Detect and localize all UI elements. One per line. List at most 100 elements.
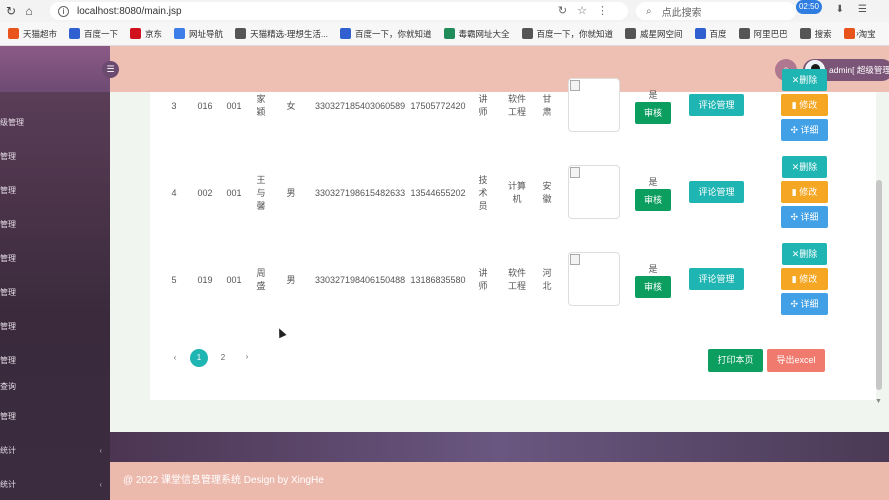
- sidebar-item[interactable]: 管理: [0, 210, 110, 240]
- sidebar-item[interactable]: 统计 ‹: [0, 436, 110, 466]
- bookmark-label: 天猫精选-理想生活...: [250, 28, 328, 39]
- menu-toggle-icon[interactable]: ☰: [102, 61, 119, 78]
- bookmark-item[interactable]: 百度一下，你就知道: [339, 28, 432, 40]
- review-button[interactable]: 审核: [635, 102, 671, 124]
- browser-search[interactable]: ⌕ 点此搜索: [636, 2, 796, 20]
- scrollbar-thumb[interactable]: [876, 180, 882, 390]
- address-bar[interactable]: i localhost:8080/main.jsp ↻☆⋮: [50, 2, 628, 20]
- cell-status: 是: [648, 264, 658, 274]
- edit-button[interactable]: ▮ 修改: [781, 268, 828, 290]
- sidebar-item-label: 管理: [0, 322, 16, 331]
- bookmark-favicon-icon: [625, 28, 637, 39]
- review-button[interactable]: 审核: [635, 189, 671, 211]
- bookmark-favicon-icon: [799, 28, 811, 39]
- photo-placeholder: [568, 78, 620, 132]
- sidebar-item[interactable]: 管理: [0, 142, 110, 172]
- bookmarks-more-icon[interactable]: ›: [856, 28, 859, 38]
- reload-icon[interactable]: ↻: [558, 5, 577, 17]
- photo-placeholder: [568, 252, 620, 306]
- bookmark-favicon-icon: [843, 28, 855, 39]
- home-icon[interactable]: ⌂: [20, 4, 38, 18]
- cell-id-card: 330327185403060589: [315, 100, 406, 111]
- delete-button[interactable]: ✕删除: [782, 156, 827, 178]
- sidebar-item[interactable]: 管理: [0, 244, 110, 274]
- bookmark-label: 百度一下，你就知道: [536, 28, 614, 39]
- pagination-next[interactable]: ›: [238, 348, 256, 366]
- edit-button[interactable]: ▮ 修改: [781, 94, 828, 116]
- pagination-page[interactable]: 2: [214, 349, 232, 367]
- export-excel-button[interactable]: 导出excel: [767, 349, 825, 372]
- bookmark-label: 百度: [709, 28, 727, 39]
- chevron-left-icon: ‹: [99, 480, 102, 489]
- detail-button[interactable]: ✣ 详细: [781, 293, 828, 315]
- broken-image-icon: [570, 167, 580, 178]
- star-icon[interactable]: ☆: [577, 5, 597, 17]
- footer-text: @ 2022 课堂信息管理系统 Design by XingHe: [123, 475, 324, 486]
- bookmark-favicon-icon: [521, 28, 533, 39]
- bookmark-label: 百度一下: [84, 28, 119, 39]
- broken-image-icon: [570, 80, 580, 91]
- content-gutter: [110, 432, 889, 462]
- menu-icon[interactable]: ☰: [858, 4, 881, 15]
- info-icon[interactable]: i: [58, 5, 69, 17]
- sidebar-item[interactable]: 级管理: [0, 108, 110, 138]
- sidebar-item-label: 统计: [0, 446, 16, 455]
- comment-manage-button[interactable]: 评论管理: [689, 94, 744, 116]
- comment-manage-button[interactable]: 评论管理: [689, 181, 744, 203]
- bookmark-label: 淘宝: [858, 28, 876, 39]
- sidebar-item[interactable]: 统计 ‹: [0, 470, 110, 500]
- bookmark-item[interactable]: 阿里巴巴: [738, 28, 788, 40]
- detail-button[interactable]: ✣ 详细: [781, 206, 828, 228]
- bookmark-item[interactable]: 百度一下: [69, 28, 118, 40]
- sidebar-item[interactable]: 查询: [0, 372, 110, 402]
- bookmark-favicon-icon: [339, 28, 351, 39]
- sidebar-item-label: 查询: [0, 382, 16, 391]
- pagination-page[interactable]: 1: [190, 349, 208, 367]
- edit-button[interactable]: ▮ 修改: [781, 181, 828, 203]
- sidebar-item-label: 级管理: [0, 118, 24, 127]
- review-button[interactable]: 审核: [635, 276, 671, 298]
- broken-image-icon: [570, 254, 580, 265]
- footer: @ 2022 课堂信息管理系统 Design by XingHe: [110, 462, 889, 500]
- sidebar: 级管理 管理 管理 管理 管理 管理 管理 管理 查询 管理 统计 ‹ 统计 ‹: [0, 92, 110, 500]
- bookmark-item[interactable]: 天猫精选-理想生活...: [235, 28, 328, 40]
- bookmark-item[interactable]: 天猫超市: [8, 28, 57, 40]
- photo-placeholder: [568, 165, 620, 219]
- bookmarks-bar: 天猫超市 百度一下 京东 网址导航 天猫精选-理想生活... 百度一下，你就知道 毒霸网址大…: [0, 22, 889, 46]
- bookmark-item[interactable]: 威星网空间: [625, 28, 683, 40]
- sidebar-item-label: 管理: [0, 254, 16, 263]
- scroll-down-icon[interactable]: ▼: [875, 398, 882, 405]
- bookmark-item[interactable]: 百度一下，你就知道: [521, 28, 614, 40]
- cell-id-card: 330327198406150488: [315, 274, 406, 285]
- bookmark-item[interactable]: 搜索: [799, 28, 832, 40]
- delete-button[interactable]: ✕删除: [782, 69, 827, 91]
- delete-button[interactable]: ✕删除: [782, 243, 827, 265]
- bookmark-item[interactable]: 京东: [130, 28, 162, 40]
- sidebar-item[interactable]: 管理: [0, 312, 110, 342]
- user-label: admin[ 超级管理: [829, 65, 889, 75]
- bookmark-favicon-icon: [694, 28, 706, 39]
- bookmark-favicon-icon: [8, 28, 19, 39]
- detail-button[interactable]: ✣ 详细: [781, 119, 828, 141]
- sidebar-item[interactable]: 管理: [0, 278, 110, 308]
- comment-manage-button[interactable]: 评论管理: [689, 268, 744, 290]
- chevron-left-icon: ‹: [99, 446, 102, 455]
- sidebar-item[interactable]: 管理: [0, 402, 110, 432]
- bookmark-item[interactable]: 毒霸网址大全: [443, 28, 510, 40]
- cell-status: 是: [648, 90, 658, 100]
- sidebar-item-label: 管理: [0, 412, 16, 421]
- download-icon[interactable]: ⬇: [836, 4, 858, 15]
- search-icon: ⌕: [646, 5, 652, 17]
- bookmark-favicon-icon: [130, 28, 142, 39]
- bookmark-item[interactable]: 百度: [694, 28, 727, 40]
- bookmark-item[interactable]: 网址导航: [174, 28, 223, 40]
- clock-badge: 02:50: [796, 0, 822, 14]
- bookmark-label: 阿里巴巴: [753, 28, 788, 39]
- refresh-icon[interactable]: ↻: [2, 4, 20, 18]
- bookmark-item[interactable]: 淘宝: [843, 28, 876, 40]
- pagination-prev[interactable]: ‹: [166, 349, 184, 367]
- sidebar-item[interactable]: 管理: [0, 176, 110, 206]
- menu-dots-icon[interactable]: ⋮: [597, 5, 618, 17]
- browser-toolbar: ↻ ⌂ i localhost:8080/main.jsp ↻☆⋮ ⌕ 点此搜索…: [0, 0, 889, 22]
- print-button[interactable]: 打印本页: [708, 349, 763, 372]
